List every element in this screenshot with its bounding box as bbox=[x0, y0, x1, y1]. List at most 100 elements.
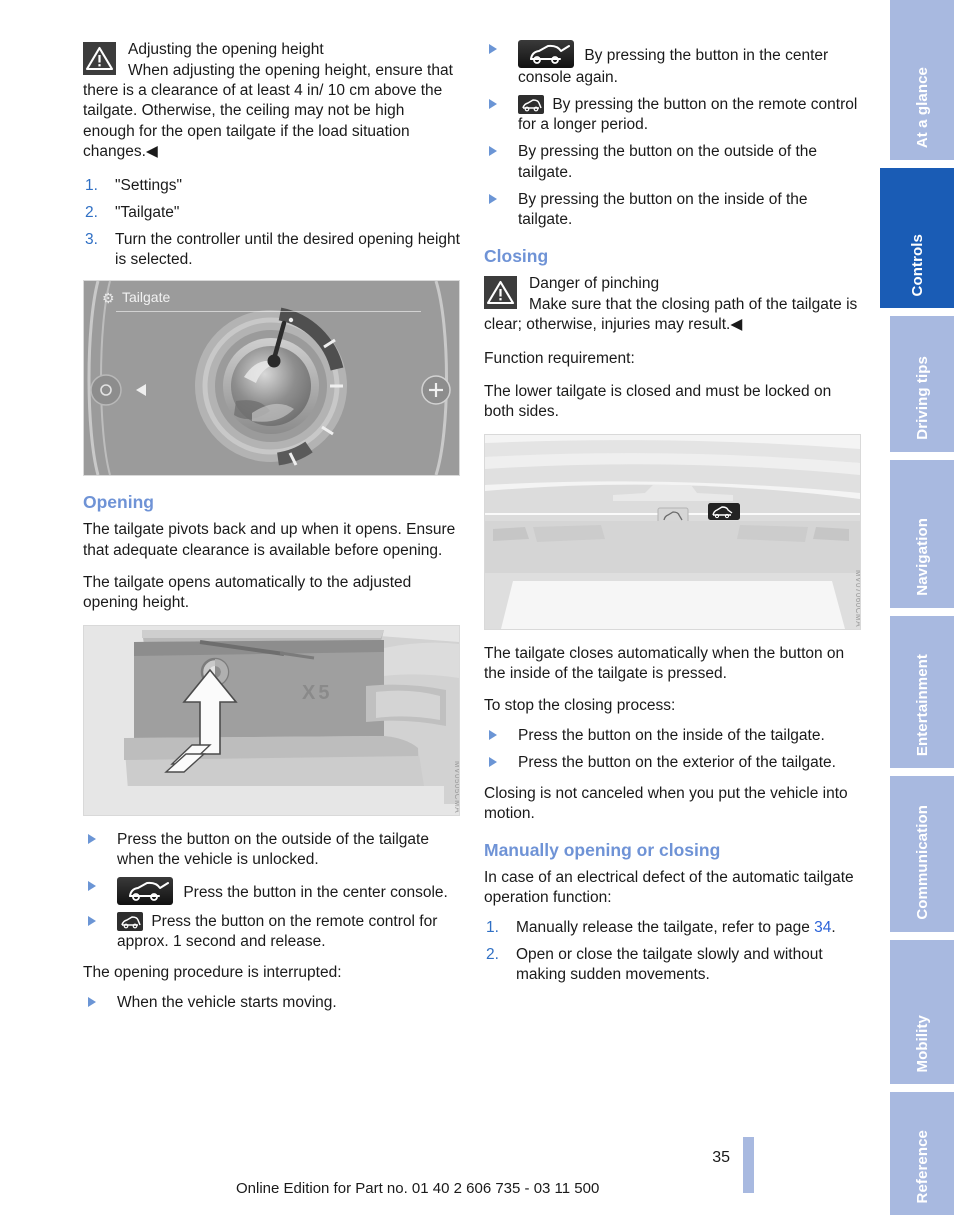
function-requirement-label: Function requirement: bbox=[484, 350, 635, 368]
tailgate-button-icon bbox=[117, 877, 173, 906]
list-item: 1. Manually release the tailgate, refer t… bbox=[484, 918, 861, 938]
triangle-bullet-icon bbox=[88, 916, 96, 927]
sidebar-item-navigation[interactable]: Navigation bbox=[890, 460, 954, 608]
triangle-bullet-icon bbox=[489, 44, 497, 54]
list-text: By pressing the button on the inside of … bbox=[518, 190, 808, 228]
sidebar-item-at-a-glance[interactable]: At a glance bbox=[890, 0, 954, 160]
list-text: When the vehicle starts moving. bbox=[117, 993, 337, 1011]
remote-key-tailgate-icon bbox=[117, 912, 143, 932]
remote-key-tailgate-icon bbox=[518, 95, 544, 115]
list-number: 1. bbox=[85, 176, 98, 194]
triangle-bullet-icon bbox=[489, 730, 497, 741]
warning-danger-of-pinching: Danger of pinching Make sure that the cl… bbox=[484, 274, 861, 335]
list-item: By pressing the button on the inside of … bbox=[484, 190, 861, 230]
warning-body: When adjusting the opening height, ensur… bbox=[83, 61, 460, 162]
manual-intro: In case of an electrical defect of the a… bbox=[484, 868, 854, 906]
manual-page: Adjusting the opening height When adjust… bbox=[0, 0, 954, 1215]
list-item: Press the button on the inside of the ta… bbox=[484, 726, 861, 746]
list-item: By pressing the button in the center con… bbox=[484, 40, 861, 88]
list-item: When the vehicle starts moving. bbox=[83, 993, 460, 1013]
triangle-bullet-icon bbox=[88, 881, 96, 892]
warning-body-text: When adjusting the opening height, ensur… bbox=[83, 62, 453, 160]
interrupt-continued-list: By pressing the button in the center con… bbox=[484, 40, 861, 230]
closing-paragraph-2: Closing is not canceled when you put the… bbox=[484, 784, 848, 822]
idrive-screen-title: Tailgate bbox=[122, 289, 171, 306]
list-item: 2. "Tailgate" bbox=[83, 203, 460, 223]
warning-body: Make sure that the closing path of the t… bbox=[484, 295, 861, 335]
tab-label: Driving tips bbox=[913, 356, 931, 440]
footer-edition-text: Online Edition for Part no. 01 40 2 606 … bbox=[236, 1180, 600, 1197]
list-text: Press the button on the exterior of the … bbox=[518, 754, 836, 772]
heading-manually-opening-or-closing: Manually opening or closing bbox=[484, 839, 721, 860]
list-text: Press the button in the center console. bbox=[183, 884, 448, 902]
list-text: Press the button on the inside of the ta… bbox=[518, 727, 825, 745]
list-item: Press the button on the outside of the t… bbox=[83, 830, 460, 870]
list-text: Press the button on the outside of the t… bbox=[117, 830, 429, 869]
stop-closing-intro: To stop the closing process: bbox=[484, 697, 676, 715]
list-item: 2. Open or close the tailgate slowly and … bbox=[484, 945, 861, 985]
warning-triangle-icon bbox=[83, 42, 116, 75]
warning-end-mark: ◀ bbox=[730, 316, 743, 334]
warning-title: Adjusting the opening height bbox=[128, 41, 324, 58]
tailgate-button-icon bbox=[518, 40, 574, 68]
settings-gear-icon: ⚙ bbox=[102, 290, 115, 307]
function-requirement-text: The lower tailgate is closed and must be… bbox=[484, 382, 832, 420]
settings-steps-list: 1. "Settings" 2. "Tailgate" 3. Turn the con… bbox=[83, 176, 460, 271]
closing-paragraph-1: The tailgate closes automatically when t… bbox=[484, 644, 845, 682]
list-item: Press the button on the exterior of the … bbox=[484, 753, 861, 773]
list-item: By pressing the button on the outside of… bbox=[484, 142, 861, 182]
figure-tailgate-inside-button: MV07060CMA bbox=[484, 433, 861, 630]
page-number: 35 bbox=[712, 1149, 730, 1166]
heading-closing: Closing bbox=[484, 245, 549, 266]
sidebar-item-communication[interactable]: Communication bbox=[890, 776, 954, 932]
list-text: Open or close the tailgate slowly and wi… bbox=[516, 946, 823, 984]
sidebar-item-controls[interactable]: Controls bbox=[880, 168, 954, 308]
figure-code: MV0505CMA bbox=[453, 760, 460, 813]
warning-body-text: Make sure that the closing path of the t… bbox=[484, 296, 858, 334]
manual-steps-list: 1. Manually release the tailgate, refer t… bbox=[484, 918, 861, 985]
page-footer: 35 Online Edition for Part no. 01 40 2 6… bbox=[0, 1135, 954, 1215]
list-text: "Settings" bbox=[115, 176, 183, 194]
opening-paragraph-1: The tailgate pivots back and up when it … bbox=[83, 521, 456, 559]
list-text: Turn the controller until the desired op… bbox=[115, 231, 460, 269]
sidebar-item-mobility[interactable]: Mobility bbox=[890, 940, 954, 1084]
list-number: 2. bbox=[486, 946, 499, 964]
warning-triangle-icon bbox=[484, 275, 517, 309]
section-tab-rail: At a glance Controls Driving tips Naviga… bbox=[880, 0, 954, 1215]
triangle-bullet-icon bbox=[489, 99, 497, 110]
list-number: 2. bbox=[85, 203, 98, 221]
list-text: Manually release the tailgate, refer to … bbox=[516, 919, 815, 937]
stop-closing-list: Press the button on the inside of the ta… bbox=[484, 726, 861, 773]
list-text: "Tailgate" bbox=[115, 203, 180, 221]
list-number: 1. bbox=[486, 919, 499, 937]
list-item: Press the button on the remote control f… bbox=[83, 912, 460, 952]
triangle-bullet-icon bbox=[489, 146, 497, 157]
list-text: By pressing the button on the remote con… bbox=[518, 96, 858, 134]
left-column: Adjusting the opening height When adjust… bbox=[83, 40, 460, 1023]
list-text: Press the button on the remote control f… bbox=[117, 913, 438, 951]
list-item: Press the button in the center console. bbox=[83, 877, 460, 906]
page-cross-reference-link[interactable]: 34 bbox=[814, 919, 831, 936]
list-item: 3. Turn the controller until the desired … bbox=[83, 230, 460, 270]
list-text-tail: . bbox=[831, 919, 836, 937]
figure-idrive-tailgate-menu: ⚙ Tailgate bbox=[83, 280, 460, 477]
list-number: 3. bbox=[85, 231, 98, 249]
opening-interrupt-intro: The opening procedure is interrupted: bbox=[83, 963, 342, 981]
svg-text:X5: X5 bbox=[302, 682, 332, 704]
tab-label: Navigation bbox=[913, 518, 931, 596]
triangle-bullet-icon bbox=[489, 757, 497, 768]
page-marker-bar bbox=[743, 1137, 754, 1193]
opening-bullet-list: Press the button on the outside of the t… bbox=[83, 830, 460, 953]
figure-code: MV07060CMA bbox=[854, 569, 861, 627]
tab-label: Communication bbox=[913, 805, 931, 920]
sidebar-item-entertainment[interactable]: Entertainment bbox=[890, 616, 954, 768]
right-column: By pressing the button in the center con… bbox=[484, 40, 861, 996]
triangle-bullet-icon bbox=[489, 193, 497, 204]
warning-adjusting-opening-height: Adjusting the opening height When adjust… bbox=[83, 40, 460, 162]
sidebar-item-driving-tips[interactable]: Driving tips bbox=[890, 316, 954, 452]
list-item: 1. "Settings" bbox=[83, 176, 460, 196]
list-text: By pressing the button on the outside of… bbox=[518, 143, 818, 181]
list-item: By pressing the button on the remote con… bbox=[484, 95, 861, 135]
heading-opening: Opening bbox=[83, 492, 154, 513]
tab-label: Mobility bbox=[913, 1014, 931, 1072]
